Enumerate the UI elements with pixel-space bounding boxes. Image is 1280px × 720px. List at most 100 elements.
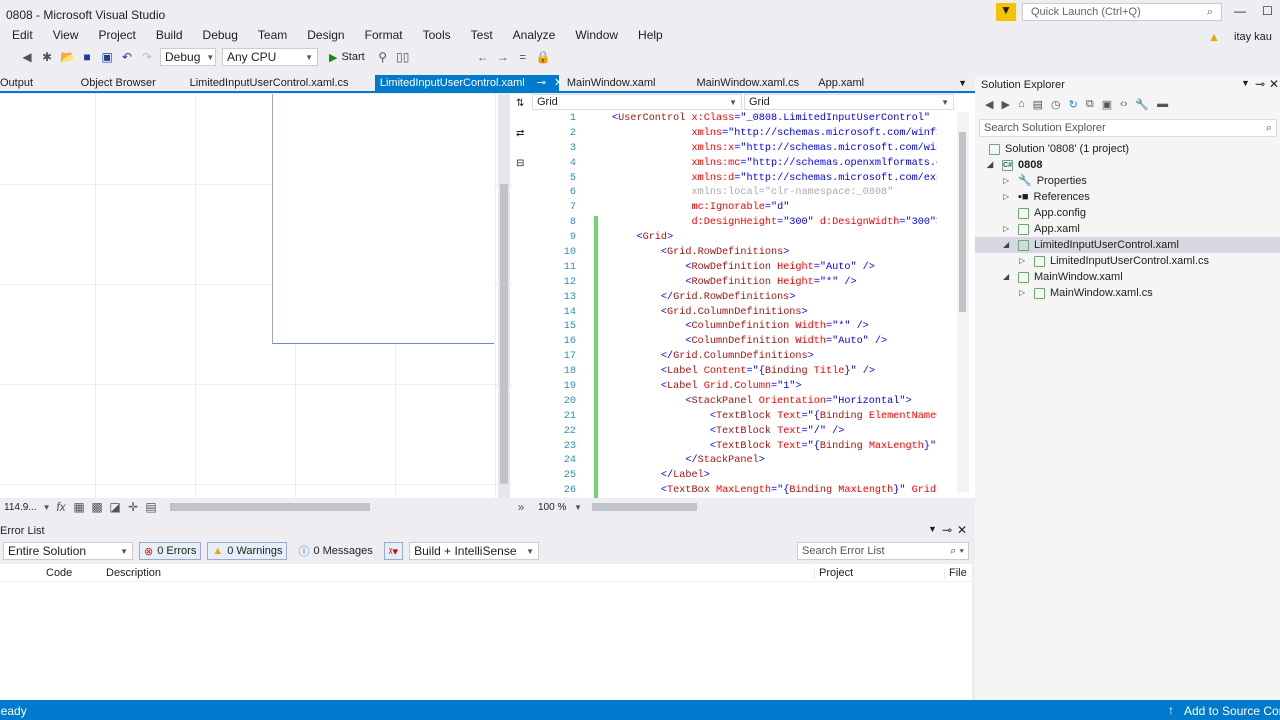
lock-icon[interactable]: 🔒: [536, 50, 551, 64]
xaml-designer-surface[interactable]: [0, 94, 512, 498]
code-line[interactable]: 5 xmlns:d="http://schemas.microsoft.com/…: [532, 172, 937, 187]
menu-help[interactable]: Help: [627, 28, 672, 45]
code-line[interactable]: 19 <Label Grid.Column="1">: [532, 380, 937, 396]
minimize-button[interactable]: —: [1234, 4, 1246, 18]
menu-build[interactable]: Build: [145, 28, 192, 45]
configuration-dropdown[interactable]: Debug ▼: [160, 48, 216, 66]
quick-launch-input[interactable]: Quick Launch (Ctrl+Q) ⌕: [1022, 3, 1222, 21]
code-line[interactable]: 22 <TextBlock Text="/" />: [532, 424, 937, 440]
code-line[interactable]: 9 <Grid>: [532, 231, 937, 247]
tab-mainwindow-xaml-cs[interactable]: MainWindow.xaml.cs: [688, 75, 810, 91]
code-line[interactable]: 6 xmlns:local="clr-namespace:_0808": [532, 186, 937, 201]
expanded-arrow-icon[interactable]: ◢: [1003, 269, 1013, 285]
add-to-source-control-button[interactable]: Add to Source Control: [1184, 704, 1280, 718]
source-dropdown[interactable]: Build + IntelliSense ▼: [409, 542, 540, 560]
code-line[interactable]: 12 <RowDefinition Height="*" />: [532, 275, 937, 291]
search-solution-explorer-input[interactable]: Search Solution Explorer ⌕: [979, 119, 1277, 137]
element-dropdown-left[interactable]: Grid ▼: [532, 94, 742, 110]
view-code-icon[interactable]: ‹›: [1120, 98, 1127, 111]
tab-limitedinputusercontrol-xaml-cs[interactable]: LimitedInputUserControl.xaml.cs: [186, 75, 375, 91]
close-icon[interactable]: ✕: [957, 523, 967, 537]
user-control-preview[interactable]: [272, 94, 494, 344]
warnings-filter-button[interactable]: ▲ 0 Warnings: [207, 542, 288, 560]
expand-icon[interactable]: »: [514, 500, 528, 514]
designer-scroll-thumb[interactable]: [500, 184, 508, 484]
menu-debug[interactable]: Debug: [192, 28, 247, 45]
editor-zoom-dropdown[interactable]: 100 % ▼: [534, 498, 586, 516]
menu-format[interactable]: Format: [354, 28, 412, 45]
code-line[interactable]: 11 <RowDefinition Height="Auto" />: [532, 260, 937, 276]
expanded-arrow-icon[interactable]: ◢: [987, 157, 997, 173]
grid-icon[interactable]: ▦: [72, 500, 86, 514]
editor-horizontal-scrollbar[interactable]: [592, 503, 697, 511]
tree-item-app-config[interactable]: App.config: [1018, 205, 1086, 221]
forward-icon[interactable]: ▶: [1001, 98, 1009, 111]
swap-panes-icon[interactable]: ⇄: [516, 128, 524, 139]
menu-analyze[interactable]: Analyze: [502, 28, 565, 45]
code-line[interactable]: 24 </StackPanel>: [532, 454, 937, 470]
collapsed-arrow-icon[interactable]: ▷: [1019, 253, 1029, 269]
menu-test[interactable]: Test: [460, 28, 502, 45]
warning-icon[interactable]: ▲: [1208, 30, 1220, 44]
menu-window[interactable]: Window: [564, 28, 627, 45]
align-icon[interactable]: =: [516, 50, 530, 64]
refresh-icon[interactable]: ↻: [1069, 98, 1078, 111]
collapse-pane-icon[interactable]: ⊟: [516, 158, 524, 169]
tree-item-solution[interactable]: Solution '0808' (1 project): [989, 141, 1129, 157]
project-code-icon[interactable]: ▤: [144, 500, 158, 514]
code-line[interactable]: 21 <TextBlock Text="{Binding ElementName…: [532, 409, 937, 425]
tree-item-limitedinputusercontrol-xaml-cs[interactable]: ▷ LimitedInputUserControl.xaml.cs: [1019, 253, 1209, 269]
back-icon[interactable]: ◀: [985, 98, 993, 111]
tree-item-properties[interactable]: ▷ 🔧 Properties: [1003, 173, 1087, 189]
collapsed-arrow-icon[interactable]: ▷: [1003, 189, 1013, 205]
code-line[interactable]: 20 <StackPanel Orientation="Horizontal">: [532, 394, 937, 410]
tab-object-browser[interactable]: Object Browser: [73, 75, 186, 91]
tree-item-references[interactable]: ▷ ▪■ References: [1003, 189, 1090, 205]
code-line[interactable]: 23 <TextBlock Text="{Binding MaxLength}"…: [532, 439, 937, 455]
save-all-icon[interactable]: ▣: [100, 50, 114, 64]
search-error-list-input[interactable]: Search Error List ⌕ ▾: [797, 542, 969, 560]
scope-dropdown[interactable]: Entire Solution ▼: [3, 542, 133, 560]
formula-icon[interactable]: fx: [54, 500, 68, 514]
artboard-icon[interactable]: ◪: [108, 500, 122, 514]
code-line[interactable]: 2 xmlns="http://schemas.microsoft.com/wi…: [532, 127, 937, 142]
code-line[interactable]: 13 </Grid.RowDefinitions>: [532, 290, 937, 306]
code-line[interactable]: 25 </Label>: [532, 469, 937, 485]
start-button[interactable]: ▶ Start: [324, 48, 370, 66]
panel-menu-icon[interactable]: ▼: [928, 524, 937, 534]
tree-item-limitedinputusercontrol-xaml[interactable]: ◢ LimitedInputUserControl.xaml: [1003, 237, 1179, 253]
column-description[interactable]: Description: [106, 567, 814, 579]
user-account[interactable]: itay kau: [1234, 31, 1272, 43]
redo-icon[interactable]: ↷: [140, 50, 154, 64]
tree-item-mainwindow-xaml-cs[interactable]: ▷ MainWindow.xaml.cs: [1019, 285, 1153, 301]
code-line[interactable]: 17 </Grid.ColumnDefinitions>: [532, 350, 937, 366]
open-icon[interactable]: 📂: [60, 50, 75, 64]
save-icon[interactable]: ■: [80, 50, 94, 64]
navigate-forward-icon[interactable]: →: [496, 50, 510, 64]
code-line[interactable]: 4 xmlns:mc="http://schemas.openxmlformat…: [532, 157, 937, 172]
home-icon[interactable]: ⌂: [1018, 98, 1025, 111]
collapsed-arrow-icon[interactable]: ▷: [1019, 285, 1029, 301]
layout-icon[interactable]: ▯▯: [396, 50, 410, 64]
tree-item-mainwindow-xaml[interactable]: ◢ MainWindow.xaml: [1003, 269, 1123, 285]
pin-icon[interactable]: ⊸: [537, 77, 546, 89]
column-code[interactable]: Code: [46, 567, 106, 579]
tab-app-xaml[interactable]: App.xaml: [810, 75, 928, 91]
navigate-back-icon[interactable]: ←: [476, 50, 490, 64]
filter-icon[interactable]: ▼: [996, 3, 1016, 21]
pin-icon[interactable]: ⊸: [1255, 77, 1265, 91]
code-line[interactable]: 16 <ColumnDefinition Width="Auto" />: [532, 335, 937, 351]
menu-edit[interactable]: Edit: [0, 28, 42, 45]
column-project[interactable]: Project: [814, 566, 944, 579]
split-icon[interactable]: ⇅: [516, 98, 524, 109]
clear-filter-button[interactable]: ᵡ▾: [383, 542, 404, 560]
maximize-button[interactable]: ☐: [1262, 4, 1273, 18]
collapsed-arrow-icon[interactable]: ▷: [1003, 173, 1013, 189]
code-line[interactable]: 18 <Label Content="{Binding Title}" />: [532, 365, 937, 381]
menu-team[interactable]: Team: [247, 28, 296, 45]
collapsed-arrow-icon[interactable]: ▷: [1003, 221, 1013, 237]
code-line[interactable]: 26 <TextBox MaxLength="{Binding MaxLengt…: [532, 484, 937, 498]
code-line[interactable]: 3 xmlns:x="http://schemas.microsoft.com/…: [532, 142, 937, 157]
xaml-code-editor[interactable]: ⇅ ⇄ ⊟ Grid ▼ Grid ▼ 1 <UserControl x:Class=…: [512, 94, 975, 498]
expanded-arrow-icon[interactable]: ◢: [1003, 237, 1013, 253]
